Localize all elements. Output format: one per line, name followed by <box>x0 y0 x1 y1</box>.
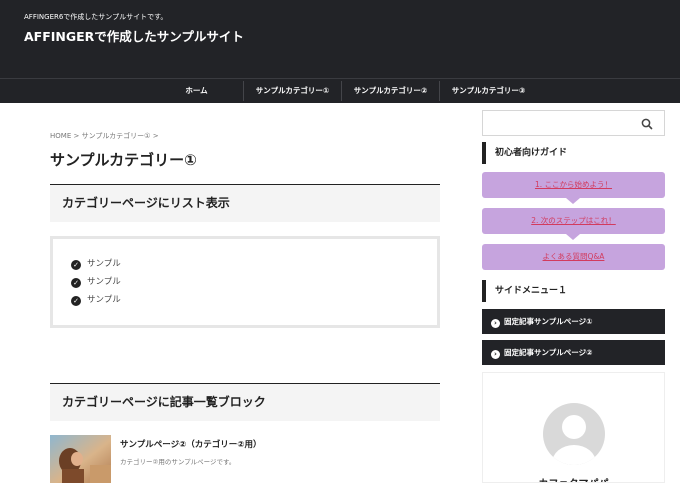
post-thumbnail[interactable] <box>50 435 111 483</box>
post-excerpt: カテゴリー②用のサンプルページです。 <box>120 458 236 466</box>
nav-item-category-1[interactable]: サンプルカテゴリー① <box>244 79 341 103</box>
widget-heading-guide: 初心者向けガイド <box>482 142 567 164</box>
breadcrumb: HOME > サンプルカテゴリー① > <box>50 131 159 141</box>
guide-button-next-step[interactable]: 2. 次のステップはこれ！ <box>482 208 665 234</box>
page-title: サンプルカテゴリー① <box>50 151 197 169</box>
post-title-link[interactable]: サンプルページ②（カテゴリー②用） <box>120 438 261 450</box>
global-nav: ホーム サンプルカテゴリー① サンプルカテゴリー② サンプルカテゴリー③ <box>0 78 680 103</box>
list-item: ✓ サンプル <box>71 275 121 288</box>
user-silhouette-icon <box>552 415 596 465</box>
breadcrumb-category[interactable]: サンプルカテゴリー① <box>82 132 151 140</box>
section-heading-post-list: カテゴリーページに記事一覧ブロック <box>50 383 440 421</box>
widget-heading-side-menu: サイドメニュー１ <box>482 280 567 302</box>
side-menu-item-label: 固定記事サンプルページ② <box>504 348 593 357</box>
check-circle-icon: ✓ <box>71 260 81 270</box>
site-tagline: AFFINGER6で作成したサンプルサイトです。 <box>24 13 168 21</box>
list-item-label: サンプル <box>87 277 121 287</box>
search-icon[interactable] <box>640 117 654 131</box>
profile-card: カフェクマパパ <box>482 372 665 483</box>
search-input[interactable] <box>482 110 665 136</box>
list-item-label: サンプル <box>87 295 121 305</box>
nav-item-home[interactable]: ホーム <box>150 79 243 103</box>
avatar <box>543 403 605 465</box>
side-menu-item-page-2[interactable]: › 固定記事サンプルページ② <box>482 340 665 365</box>
check-circle-icon: ✓ <box>71 278 81 288</box>
side-menu-item-label: 固定記事サンプルページ① <box>504 317 593 326</box>
list-item: ✓ サンプル <box>71 293 121 306</box>
breadcrumb-separator: > <box>73 132 80 140</box>
down-arrow-icon <box>566 234 580 240</box>
chevron-right-icon: › <box>491 319 500 328</box>
section-heading-list: カテゴリーページにリスト表示 <box>50 184 440 222</box>
list-item: ✓ サンプル <box>71 257 121 270</box>
guide-button-faq[interactable]: よくある質問Q&A <box>482 244 665 270</box>
breadcrumb-separator: > <box>152 132 159 140</box>
profile-name: カフェクマパパ <box>483 475 664 482</box>
nav-item-category-2[interactable]: サンプルカテゴリー② <box>342 79 439 103</box>
side-menu-item-page-1[interactable]: › 固定記事サンプルページ① <box>482 309 665 334</box>
site-title[interactable]: AFFINGERで作成したサンプルサイト <box>24 26 244 45</box>
nav-item-category-3[interactable]: サンプルカテゴリー③ <box>440 79 537 103</box>
down-arrow-icon <box>566 198 580 204</box>
breadcrumb-home[interactable]: HOME <box>50 132 71 140</box>
list-box: ✓ サンプル ✓ サンプル ✓ サンプル <box>50 236 440 328</box>
chevron-right-icon: › <box>491 350 500 359</box>
site-header: AFFINGER6で作成したサンプルサイトです。 AFFINGERで作成したサン… <box>0 0 680 78</box>
check-circle-icon: ✓ <box>71 296 81 306</box>
list-item-label: サンプル <box>87 259 121 269</box>
guide-button-start[interactable]: 1. ここから始めよう！ <box>482 172 665 198</box>
